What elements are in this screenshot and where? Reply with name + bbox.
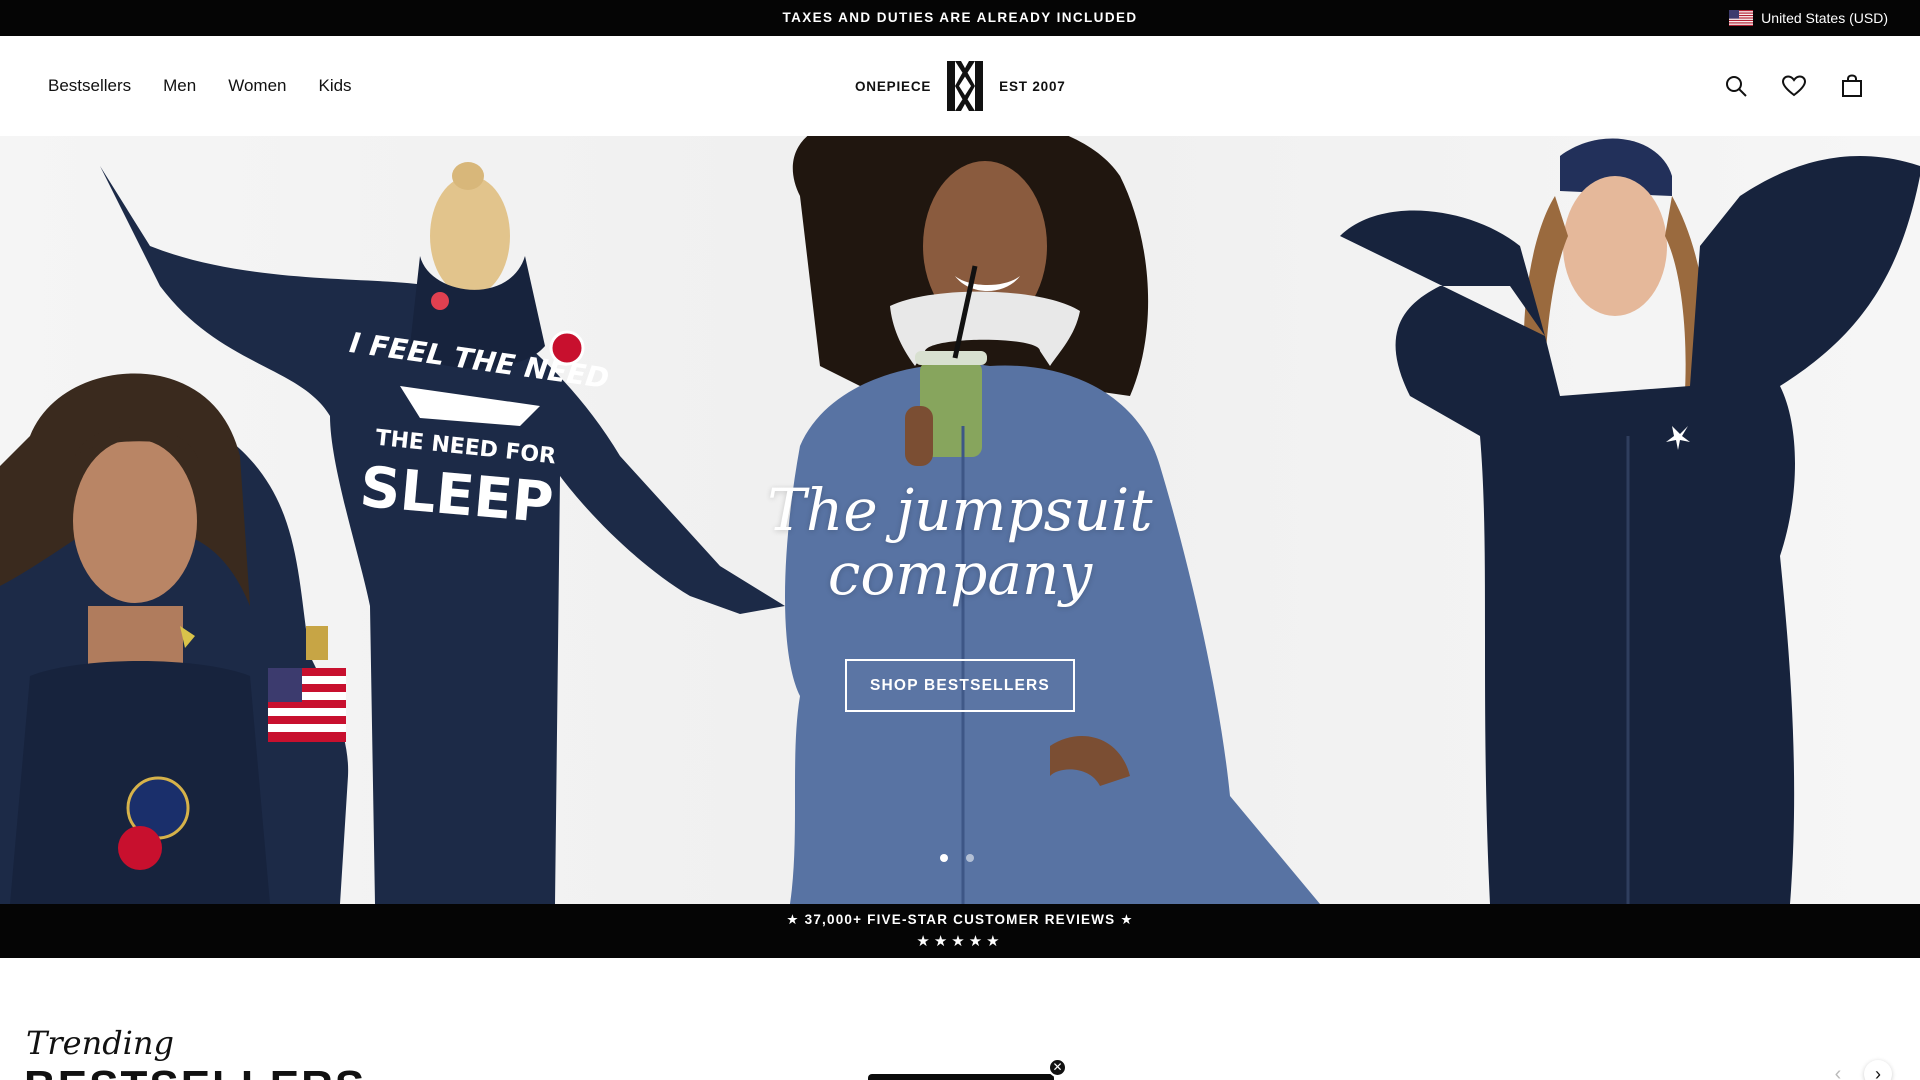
locale-label: United States (USD) — [1761, 10, 1888, 26]
search-icon[interactable] — [1724, 74, 1748, 98]
main-nav: Bestsellers Men Women Kids — [48, 36, 352, 136]
header-actions — [1724, 36, 1864, 136]
bag-icon[interactable] — [1840, 74, 1864, 98]
announcement-bar: TAXES AND DUTIES ARE ALREADY INCLUDED Un… — [0, 0, 1920, 36]
nav-women[interactable]: Women — [228, 76, 286, 96]
nav-bestsellers[interactable]: Bestsellers — [48, 76, 131, 96]
hero-title-line2: company — [827, 540, 1093, 608]
trending-section: Trending BESTSELLERS ✕ ‹ › — [0, 958, 1920, 1080]
locale-selector[interactable]: United States (USD) — [1729, 0, 1888, 36]
hero-title: The jumpsuit company — [760, 478, 1160, 606]
slide-dot-1[interactable] — [940, 854, 948, 862]
trending-heading: BESTSELLERS — [24, 1062, 366, 1080]
reviews-text: ★ 37,000+ FIVE-STAR CUSTOMER REVIEWS ★ — [786, 912, 1134, 927]
reviews-stars: ★★★★★ — [916, 933, 1004, 950]
site-logo[interactable]: ONEPIECE EST 2007 — [855, 60, 1066, 112]
reviews-bar[interactable]: ★ 37,000+ FIVE-STAR CUSTOMER REVIEWS ★ ★… — [0, 904, 1920, 958]
slide-indicators — [940, 854, 974, 862]
logo-word-right: EST 2007 — [999, 78, 1066, 94]
close-icon[interactable]: ✕ — [1048, 1058, 1067, 1077]
popup-tab[interactable] — [868, 1074, 1054, 1080]
trending-script-heading: Trending — [26, 1024, 174, 1062]
logo-word-left: ONEPIECE — [855, 78, 932, 94]
shop-bestsellers-button[interactable]: SHOP BESTSELLERS — [845, 659, 1075, 712]
us-flag-icon — [1729, 10, 1754, 26]
nav-men[interactable]: Men — [163, 76, 196, 96]
hero-title-line1: The jumpsuit — [767, 476, 1153, 544]
chevron-left-icon[interactable]: ‹ — [1824, 1060, 1852, 1080]
announcement-text: TAXES AND DUTIES ARE ALREADY INCLUDED — [782, 10, 1138, 25]
nav-kids[interactable]: Kids — [318, 76, 351, 96]
chevron-right-icon[interactable]: › — [1864, 1060, 1892, 1080]
hero-banner: I FEEL THE NEED THE NEED FOR SLEEP The j… — [0, 136, 1920, 904]
logo-mark-icon — [947, 61, 984, 111]
heart-icon[interactable] — [1782, 74, 1806, 98]
site-header: Bestsellers Men Women Kids ONEPIECE EST … — [0, 36, 1920, 136]
slide-dot-2[interactable] — [966, 854, 974, 862]
